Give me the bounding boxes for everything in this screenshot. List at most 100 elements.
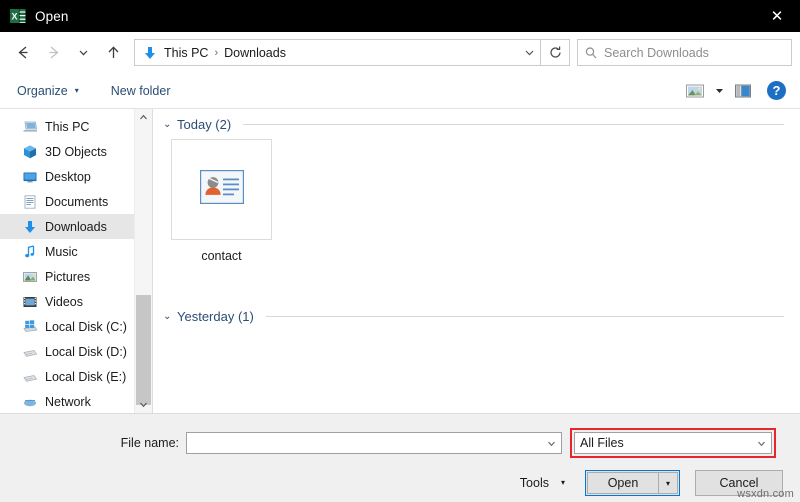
button-row: Tools ▾ Open ▾ Cancel: [0, 458, 800, 496]
view-chevron-down-icon[interactable]: [710, 78, 728, 104]
sidebar-scrollbar[interactable]: [134, 109, 152, 413]
excel-icon: X: [10, 8, 26, 24]
sidebar-item-desktop[interactable]: Desktop: [0, 164, 152, 189]
sidebar-item-label: Local Disk (D:): [45, 344, 127, 359]
sidebar-item-local-disk-d[interactable]: Local Disk (D:): [0, 339, 152, 364]
sidebar-item-documents[interactable]: Documents: [0, 189, 152, 214]
open-split-button[interactable]: Open ▾: [585, 470, 680, 496]
file-type-dropdown[interactable]: All Files: [574, 432, 772, 454]
sidebar-item-videos[interactable]: Videos: [0, 289, 152, 314]
tools-button[interactable]: Tools ▾: [516, 471, 569, 495]
search-input[interactable]: Search Downloads: [577, 39, 792, 66]
view-thumbnails-icon[interactable]: [680, 78, 710, 104]
disk-icon: [22, 369, 38, 385]
forward-icon[interactable]: [38, 38, 68, 68]
file-name-label: File name:: [120, 436, 179, 450]
sidebar-item-label: 3D Objects: [45, 144, 107, 159]
back-icon[interactable]: [8, 38, 38, 68]
downloads-icon: [22, 219, 38, 235]
open-button[interactable]: Open: [587, 472, 659, 494]
watermark: wsxdn.com: [737, 488, 794, 500]
scrollbar-thumb[interactable]: [136, 295, 151, 405]
group-label: Yesterday (1): [177, 309, 254, 324]
sidebar-item-network[interactable]: Network: [0, 389, 152, 413]
sidebar-item-label: Downloads: [45, 219, 107, 234]
breadcrumb-item-downloads[interactable]: Downloads: [222, 46, 288, 60]
file-name-label: contact: [201, 249, 242, 263]
window-title: Open: [35, 8, 69, 24]
file-type-value: All Files: [580, 436, 624, 450]
file-list-pane[interactable]: ⌄ Today (2) contact ⌄ Yesterday (1): [152, 109, 800, 413]
desktop-icon: [22, 169, 38, 185]
sidebar-item-local-disk-e[interactable]: Local Disk (E:): [0, 364, 152, 389]
videos-icon: [22, 294, 38, 310]
chevron-down-icon[interactable]: ⌄: [163, 119, 177, 130]
preview-pane-icon[interactable]: [728, 78, 758, 104]
group-label: Today (2): [177, 117, 232, 132]
search-placeholder: Search Downloads: [604, 45, 709, 60]
group-divider: [265, 316, 784, 317]
sidebar-item-music[interactable]: Music: [0, 239, 152, 264]
file-name-chevron-down-icon[interactable]: [541, 438, 561, 449]
navigation-sidebar: This PC 3D Objects Desktop Documents Dow…: [0, 109, 152, 413]
network-icon: [22, 394, 38, 410]
chevron-down-icon[interactable]: ⌄: [163, 311, 177, 322]
group-header-yesterday[interactable]: ⌄ Yesterday (1): [153, 309, 800, 324]
sidebar-item-label: Documents: [45, 194, 109, 209]
new-folder-button[interactable]: New folder: [104, 79, 178, 103]
sidebar-item-label: Local Disk (C:): [45, 319, 127, 334]
breadcrumb-item-this-pc[interactable]: This PC: [162, 46, 210, 60]
navigation-bar: This PC › Downloads Search Downloads: [0, 32, 800, 73]
sidebar-item-label: Local Disk (E:): [45, 369, 127, 384]
file-type-highlight: All Files: [570, 428, 776, 458]
downloads-arrow-icon: [142, 45, 158, 61]
sidebar-item-downloads[interactable]: Downloads: [0, 214, 152, 239]
disk-icon: [22, 344, 38, 360]
help-button[interactable]: ?: [767, 81, 786, 100]
3d-objects-icon: [22, 144, 38, 160]
documents-icon: [22, 194, 38, 210]
file-tile-contact[interactable]: contact: [171, 139, 272, 263]
sidebar-item-label: Music: [45, 244, 78, 259]
search-icon: [578, 41, 604, 64]
sidebar-item-this-pc[interactable]: This PC: [0, 114, 152, 139]
file-type-chevron-down-icon[interactable]: [751, 438, 771, 449]
sidebar-item-3d-objects[interactable]: 3D Objects: [0, 139, 152, 164]
chevron-down-icon: ▾: [74, 85, 79, 95]
computer-icon: [22, 119, 38, 135]
sidebar-item-label: Desktop: [45, 169, 91, 184]
pictures-icon: [22, 269, 38, 285]
file-thumbnail[interactable]: [171, 139, 272, 240]
contact-card-icon: [199, 170, 244, 209]
sidebar-item-label: Network: [45, 394, 91, 409]
sidebar-list: This PC 3D Objects Desktop Documents Dow…: [0, 109, 152, 413]
dialog-footer: File name: All Files Tools ▾ Open ▾ Canc…: [0, 413, 800, 502]
close-icon[interactable]: ✕: [754, 0, 800, 32]
chevron-down-icon: ▾: [560, 478, 565, 487]
breadcrumb-separator: ›: [214, 46, 219, 59]
group-divider: [243, 124, 784, 125]
sidebar-item-local-disk-c[interactable]: Local Disk (C:): [0, 314, 152, 339]
file-tile-row: contact: [153, 139, 800, 263]
group-header-today[interactable]: ⌄ Today (2): [153, 117, 800, 132]
file-name-row: File name: All Files: [0, 414, 800, 458]
sidebar-item-label: Videos: [45, 294, 83, 309]
refresh-icon[interactable]: [541, 39, 570, 66]
scroll-down-icon[interactable]: [135, 396, 152, 413]
scroll-up-icon[interactable]: [135, 109, 152, 126]
tools-label: Tools: [519, 476, 549, 490]
sidebar-item-label: Pictures: [45, 269, 91, 284]
title-bar: X Open ✕: [0, 0, 800, 32]
sidebar-item-label: This PC: [45, 119, 90, 134]
address-bar[interactable]: This PC › Downloads: [134, 39, 541, 66]
recent-locations-chevron-down-icon[interactable]: [68, 38, 98, 68]
organize-label: Organize: [17, 83, 68, 98]
file-name-input[interactable]: [186, 432, 562, 454]
open-file-dialog: X Open ✕ This PC › Downloads Search Down…: [0, 0, 800, 502]
up-icon[interactable]: [98, 38, 128, 68]
command-toolbar: Organize ▾ New folder ?: [0, 73, 800, 109]
address-chevron-down-icon[interactable]: [518, 41, 540, 64]
sidebar-item-pictures[interactable]: Pictures: [0, 264, 152, 289]
organize-button[interactable]: Organize ▾: [10, 79, 86, 103]
open-dropdown-chevron-down-icon[interactable]: ▾: [659, 472, 678, 494]
